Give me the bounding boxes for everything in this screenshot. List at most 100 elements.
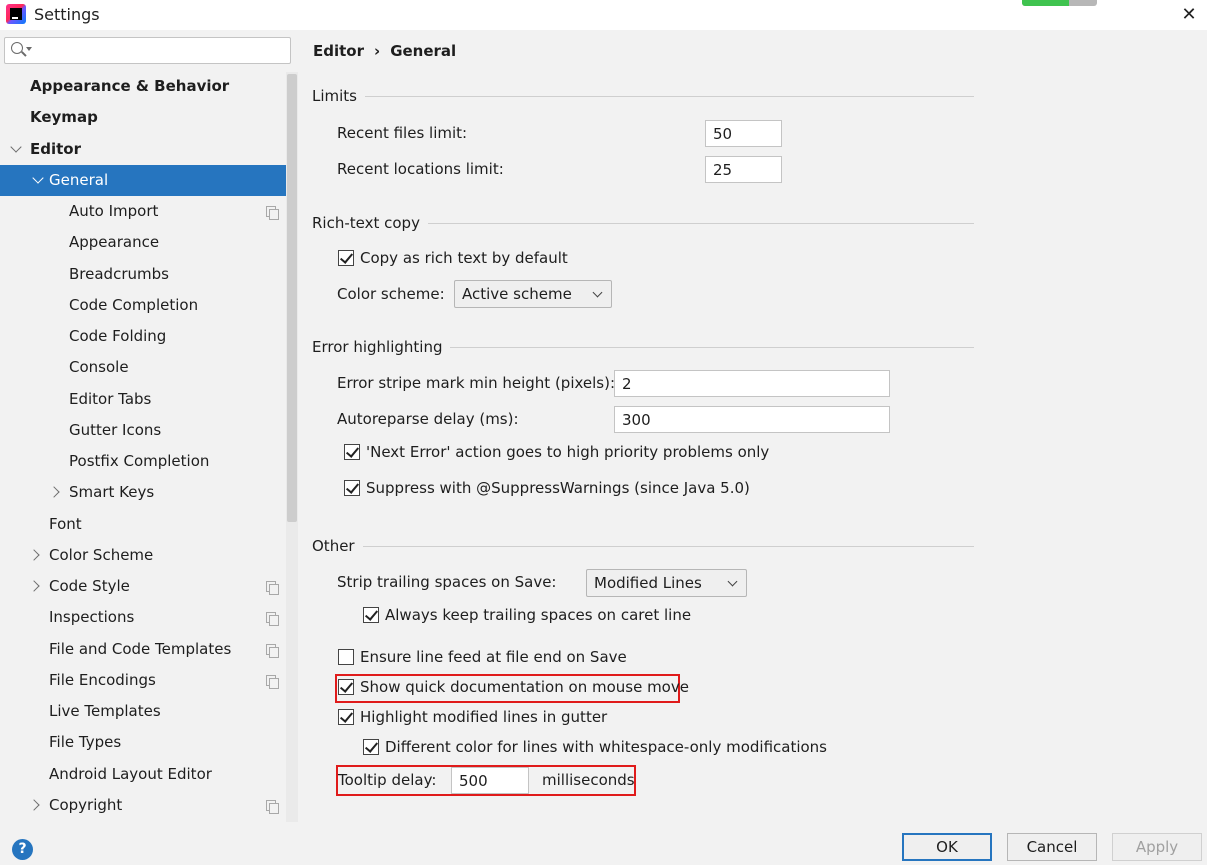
highlight-modified-checkbox[interactable]: Highlight modified lines in gutter [338,708,607,726]
tree-item-file-code-templates[interactable]: File and Code Templates [0,634,286,665]
search-options-caret-icon[interactable] [26,47,32,51]
checkbox-label: Different color for lines with whitespac… [385,738,828,756]
limits-group-heading: Limits [312,87,974,105]
tree-item-breadcrumbs[interactable]: Breadcrumbs [0,259,286,290]
tree-item-label: Inspections [49,608,135,627]
tree-item-keymap[interactable]: Keymap [0,102,286,133]
tree-item-general[interactable]: General [0,164,298,196]
tree-item-font[interactable]: Font [0,509,286,540]
project-settings-icon [266,581,279,595]
chevron-down-icon[interactable] [10,140,22,153]
tree-item-label: File Encodings [49,670,156,689]
tree-item-label: Code Style [49,577,130,595]
chevron-right-icon[interactable] [28,799,40,811]
tree-item-copyright[interactable]: Copyright [0,790,286,821]
tree-item-editor[interactable]: Editor [0,134,286,165]
tree-item-live-templates[interactable]: Live Templates [0,696,286,727]
group-divider [450,346,974,348]
checkbox-label: Ensure line feed at file end on Save [360,648,627,666]
tree-item-android-layout-editor[interactable]: Android Layout Editor [0,759,286,790]
tree-item-code-completion[interactable]: Code Completion [0,290,286,321]
keep-caret-spaces-checkbox[interactable]: Always keep trailing spaces on caret lin… [363,606,691,624]
tree-item-label: Android Layout Editor [49,764,212,783]
ok-button[interactable]: OK [902,833,992,861]
search-input[interactable] [35,40,285,62]
checkbox-checked[interactable] [344,480,360,496]
checkbox-label: Show quick documentation on mouse move [360,678,689,696]
chevron-right-icon[interactable] [28,580,40,592]
group-title: Other [312,537,355,555]
checkbox-checked[interactable] [338,250,354,266]
autoreparse-delay-field[interactable] [614,406,890,433]
search-box[interactable] [4,37,291,64]
search-icon[interactable] [11,42,23,54]
tooltip-delay-field[interactable] [451,767,529,794]
checkbox-checked[interactable] [338,709,354,725]
chevron-down-icon [592,287,603,298]
tree-item-inspections[interactable]: Inspections [0,602,286,633]
apply-button[interactable]: Apply [1112,833,1202,861]
chevron-down-icon [727,576,738,587]
title-bar: Settings ✕ [0,0,1207,30]
tree-item-smart-keys[interactable]: Smart Keys [0,477,286,508]
tree-item-label: Live Templates [49,702,161,720]
close-button[interactable]: ✕ [1176,2,1202,28]
rich-text-group-heading: Rich-text copy [312,214,974,232]
chevron-down-icon[interactable] [32,172,44,184]
tree-item-file-encodings[interactable]: File Encodings [0,665,286,696]
tree-item-label: Color Scheme [49,545,154,564]
tree-item-label: Editor Tabs [69,389,152,408]
project-settings-icon [266,643,279,658]
chevron-right-icon[interactable] [28,549,40,561]
color-scheme-dropdown[interactable]: Active scheme [454,280,612,308]
tree-item-console[interactable]: Console [0,352,286,383]
tree-item-label: Code Folding [69,327,167,345]
checkbox-checked[interactable] [363,607,379,623]
breadcrumb: Editor › General [313,42,456,60]
breadcrumb-separator: › [374,42,381,60]
sidebar-scrollbar-thumb[interactable] [287,74,297,522]
tree-item-label: Smart Keys [69,483,155,502]
strip-trailing-dropdown[interactable]: Modified Lines [586,569,747,597]
checkbox-unchecked[interactable] [338,649,354,665]
copy-rich-text-checkbox[interactable]: Copy as rich text by default [338,249,568,267]
tree-item-postfix-completion[interactable]: Postfix Completion [0,446,286,477]
suppress-warnings-checkbox[interactable]: Suppress with @SuppressWarnings (since J… [344,479,750,497]
next-error-checkbox[interactable]: 'Next Error' action goes to high priorit… [344,443,769,461]
quick-doc-checkbox[interactable]: Show quick documentation on mouse move [338,678,689,696]
help-button[interactable]: ? [12,839,33,860]
tree-item-color-scheme[interactable]: Color Scheme [0,540,286,571]
tree-item-label: Postfix Completion [69,452,210,470]
checkbox-checked[interactable] [338,679,354,695]
progress-indicator [1022,0,1097,6]
tree-item-label: File Types [49,733,122,752]
tree-item-editor-tabs[interactable]: Editor Tabs [0,384,286,415]
tree-item-label: Gutter Icons [69,420,162,439]
cancel-button[interactable]: Cancel [1007,833,1097,861]
window-title: Settings [34,5,100,24]
recent-files-limit-field[interactable] [705,120,782,147]
whitespace-color-checkbox[interactable]: Different color for lines with whitespac… [363,738,827,756]
project-settings-icon [266,674,279,689]
chevron-right-icon[interactable] [48,486,60,498]
tree-item-code-folding[interactable]: Code Folding [0,321,286,352]
checkbox-checked[interactable] [344,444,360,460]
group-title: Limits [312,87,357,105]
tree-item-auto-import[interactable]: Auto Import [0,196,286,227]
line-feed-checkbox[interactable]: Ensure line feed at file end on Save [338,648,627,666]
stripe-height-field[interactable] [614,370,890,397]
checkbox-label: 'Next Error' action goes to high priorit… [366,443,770,461]
breadcrumb-parent[interactable]: Editor [313,42,364,60]
tree-item-appearance[interactable]: Appearance [0,227,286,258]
stripe-height-label: Error stripe mark min height (pixels): [337,374,616,392]
tree-item-file-types[interactable]: File Types [0,727,286,758]
tree-item-label: General [49,170,109,189]
recent-locations-limit-field[interactable] [705,156,782,183]
group-divider [427,222,974,224]
tree-item-gutter-icons[interactable]: Gutter Icons [0,415,286,446]
tree-item-appearance-behavior[interactable]: Appearance & Behavior [0,71,286,102]
checkbox-label: Suppress with @SuppressWarnings (since J… [366,479,750,497]
checkbox-checked[interactable] [363,739,379,755]
dropdown-value: Modified Lines [594,574,702,592]
tree-item-code-style[interactable]: Code Style [0,571,286,602]
